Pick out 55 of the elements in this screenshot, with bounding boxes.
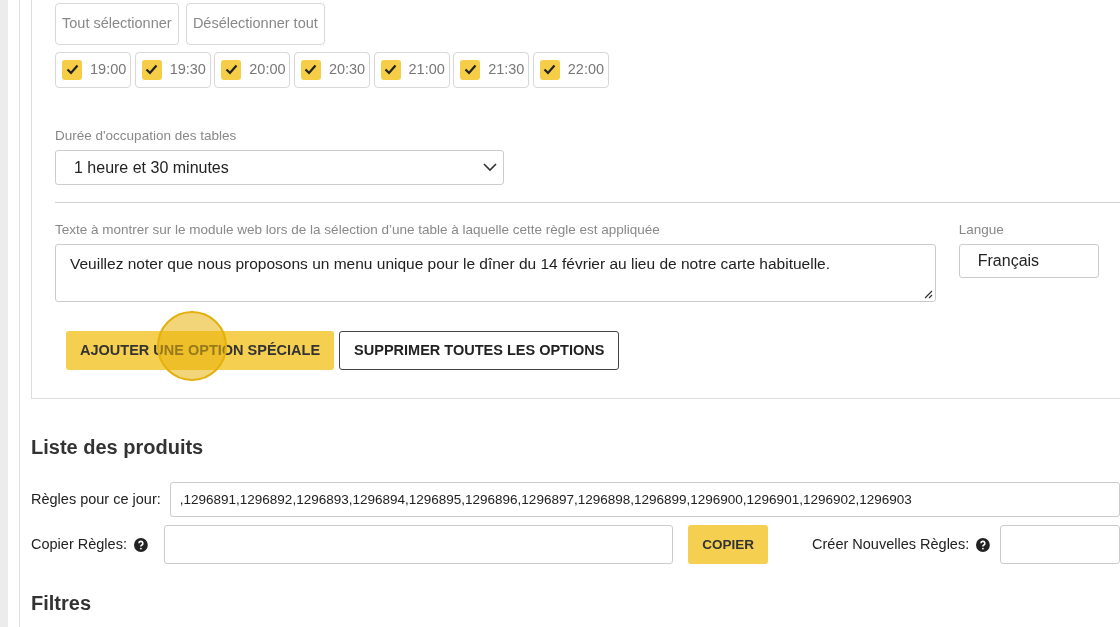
time-slot-chip[interactable]: 19:00 <box>55 52 131 88</box>
checkbox[interactable] <box>539 59 560 80</box>
time-label: 19:30 <box>169 60 206 79</box>
check-icon <box>463 64 477 76</box>
check-icon <box>304 64 318 76</box>
rules-field[interactable]: ,1296891,1296892,1296893,1296894,1296895,1296896,1296897,1296898,1296899,1296900,1296901,1296902,1296903 <box>169 482 1120 518</box>
checkbox[interactable] <box>141 59 162 80</box>
copy-button[interactable]: COPIER <box>688 525 769 565</box>
copy-rules-field[interactable] <box>163 525 674 565</box>
time-slot-chip[interactable]: 22:00 <box>532 52 609 88</box>
field-label: Langue <box>958 221 1005 239</box>
option-button[interactable]: SUPPRIMER TOUTES LES OPTIONS <box>339 331 620 371</box>
language-select[interactable]: Français <box>958 244 1099 279</box>
help-icon[interactable] <box>976 537 990 552</box>
field-label: Règles pour ce jour: <box>31 489 161 509</box>
new-rules-field[interactable] <box>1000 525 1120 565</box>
web-text-area[interactable]: Veuillez noter que nous proposons un menu unique pour le dîner du 14 février au lieu de notre carte habituelle. <box>55 244 936 303</box>
time-slot-chip[interactable]: 21:00 <box>373 52 450 88</box>
field-label: Créer Nouvelles Règles: <box>812 534 970 554</box>
option-button[interactable]: AJOUTER UNE OPTION SPÉCIALE <box>66 331 335 371</box>
checkbox[interactable] <box>380 59 401 80</box>
field-label: Durée d'occupation des tables <box>55 126 238 145</box>
section-title: Liste des produits <box>31 435 205 461</box>
check-icon <box>65 64 79 76</box>
help-icon[interactable] <box>133 537 148 552</box>
check-icon <box>145 64 159 76</box>
chevron-icon <box>483 163 497 172</box>
time-label: 20:00 <box>249 60 286 79</box>
check-icon <box>384 64 397 76</box>
time-slot-chip[interactable]: 20:00 <box>214 52 291 88</box>
checkbox[interactable] <box>221 59 242 80</box>
time-slot-chip[interactable]: 20:30 <box>293 52 370 88</box>
select-value: 1 heure et 30 minutes <box>74 157 229 178</box>
select-value: Français <box>977 251 1040 272</box>
check-icon <box>224 64 238 76</box>
textarea-value: Veuillez noter que nous proposons un menu unique pour le dîner du 14 février au lieu de notre carte habituelle. <box>70 255 830 273</box>
resize-handle-icon[interactable] <box>922 289 933 300</box>
time-label: 21:00 <box>408 60 445 79</box>
selection-button[interactable]: Tout sélectionner <box>55 3 179 45</box>
time-slot-chip[interactable]: 21:30 <box>453 52 530 88</box>
field-label: Copier Règles: <box>31 534 127 554</box>
time-label: 20:30 <box>328 60 366 79</box>
selection-button[interactable]: Désélectionner tout <box>185 3 325 45</box>
checkbox[interactable] <box>300 59 321 80</box>
section-title: Filtres <box>31 591 93 617</box>
checkbox[interactable] <box>62 59 82 80</box>
time-label: 19:00 <box>90 60 127 79</box>
field-label: Texte à montrer sur le module web lors de la sélection d’une table à laquelle cette règle est appliquée <box>55 221 661 239</box>
time-slot-chip[interactable]: 19:30 <box>134 52 211 88</box>
check-icon <box>543 64 557 76</box>
field-value: ,1296891,1296892,1296893,1296894,1296895,1296896,1296897,1296898,1296899,1296900,1296901,1296902,1296903 <box>179 490 912 509</box>
checkbox[interactable] <box>460 59 481 80</box>
duration-select[interactable]: 1 heure et 30 minutes <box>55 150 504 185</box>
time-label: 22:00 <box>567 60 605 79</box>
time-label: 21:30 <box>488 60 525 79</box>
